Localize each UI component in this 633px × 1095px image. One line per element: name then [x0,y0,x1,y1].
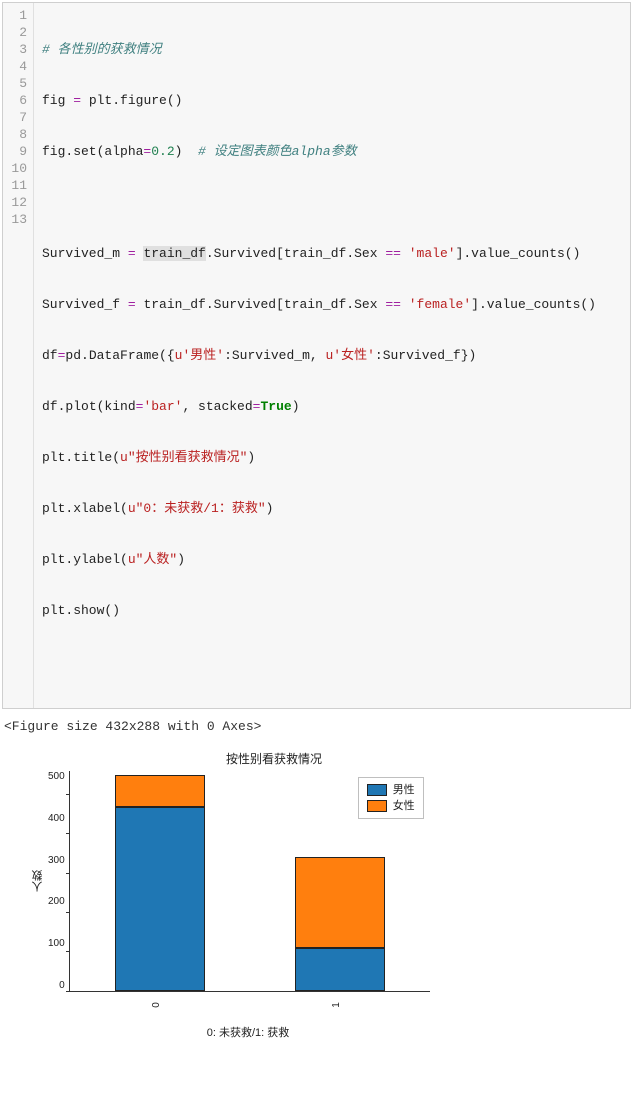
line-number-gutter: 1 2 3 4 5 6 7 8 9 10 11 12 13 [3,3,34,708]
bar-segment [115,775,205,807]
chart-title: 按性别看获救情况 [28,750,460,767]
legend-swatch-male [367,784,387,796]
code-editor[interactable]: # 各性别的获救情况 fig = plt.figure() fig.set(al… [34,3,630,708]
output-text: <Figure size 432x288 with 0 Axes> [0,711,633,738]
chart-xlabel: 0: 未获救/1: 获救 [68,1024,428,1040]
legend-label: 女性 [393,798,415,814]
legend-label: 男性 [393,782,415,798]
code-cell[interactable]: 1 2 3 4 5 6 7 8 9 10 11 12 13 # 各性别的获救情况… [2,2,631,709]
chart: 按性别看获救情况 人数 500 400 300 200 100 0 男性 女性 [28,750,460,1040]
chart-legend: 男性 女性 [358,777,424,819]
code-line: # 各性别的获救情况 [42,42,162,57]
legend-swatch-female [367,800,387,812]
chart-yticks: 500 400 300 200 100 0 [48,771,69,991]
chart-ylabel: 人数 [28,771,48,992]
chart-plot-area: 男性 女性 [69,771,430,992]
chart-xticks: 0 1 [68,992,428,1012]
